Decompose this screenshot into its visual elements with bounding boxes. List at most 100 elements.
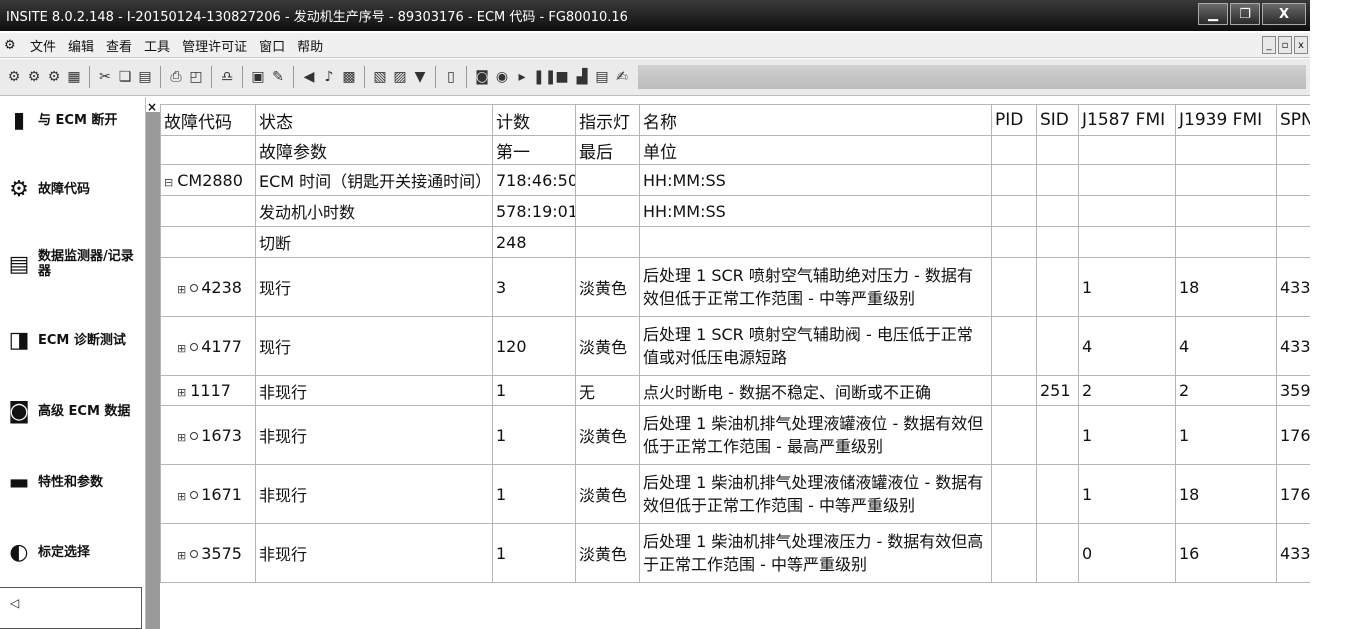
- find-icon[interactable]: ♎: [218, 67, 236, 87]
- lamp-cell: 淡黄色: [575, 316, 640, 376]
- column-header-name[interactable]: 名称: [639, 104, 992, 136]
- mdi-minimize-button[interactable]: _: [1262, 36, 1276, 54]
- mdi-controls: _ ▫ x: [1262, 36, 1308, 54]
- toolbar-separator: [364, 66, 365, 88]
- sidebar-bottom-item[interactable]: ◁: [0, 587, 142, 629]
- table-row[interactable]: ⊞ 4238 现行 3 淡黄色 后处理 1 SCR 喷射空气辅助绝对压力 - 数据…: [160, 257, 1310, 317]
- expand-icon[interactable]: ⊞: [177, 431, 186, 444]
- cut-icon[interactable]: ✂: [96, 67, 114, 87]
- menu-tools[interactable]: 工具: [138, 36, 176, 55]
- menu-edit[interactable]: 编辑: [62, 36, 100, 55]
- column-header-sid[interactable]: SID: [1036, 104, 1079, 136]
- sidebar-item-features[interactable]: ▬ 特性和参数: [0, 465, 142, 499]
- toolbar-fill: [638, 65, 1306, 89]
- record-icon[interactable]: ◉: [493, 67, 511, 87]
- code-cell: ⊞ 3575: [160, 523, 256, 583]
- page-icon[interactable]: ▯: [442, 67, 460, 87]
- menu-view[interactable]: 查看: [100, 36, 138, 55]
- table-row[interactable]: 切断 248: [160, 226, 1310, 258]
- sidebar-item-disconnect[interactable]: ▮ 与 ECM 断开: [0, 103, 142, 137]
- speaker-icon[interactable]: ◀: [300, 67, 318, 87]
- sidebar-item-calibration[interactable]: ◐ 标定选择: [0, 535, 142, 569]
- disconnect-icon: ▮: [12, 107, 26, 133]
- open-icon[interactable]: ▧: [371, 67, 389, 87]
- reconnect-icon[interactable]: ⚙: [45, 67, 63, 87]
- app-menu-icon[interactable]: ⚙: [4, 38, 18, 53]
- table-row[interactable]: ⊟ CM2880 ECM 时间（钥匙开关接通时间） 718:46:50 HH:MM…: [160, 164, 1310, 196]
- calibration-icon: ◐: [9, 539, 29, 565]
- count-cell: 248: [492, 226, 576, 258]
- table-row[interactable]: ⊞ 3575 非现行 1 淡黄色 后处理 1 柴油机排气处理液压力 - 数据有效但…: [160, 523, 1310, 583]
- table-row[interactable]: ⊞ 4177 现行 120 淡黄色 后处理 1 SCR 喷射空气辅助阀 - 电压低…: [160, 316, 1310, 376]
- report-icon[interactable]: ▤: [593, 67, 611, 87]
- sidebar-item-fault-codes[interactable]: ⚙ 故障代码: [0, 172, 142, 206]
- column-header-j1587-fmi[interactable]: J1587 FMI: [1078, 104, 1176, 136]
- print-preview-icon[interactable]: ◰: [187, 67, 205, 87]
- window-title: INSITE 8.0.2.148 - I-20150124-130827206 …: [6, 10, 628, 25]
- table-row[interactable]: 发动机小时数 578:19:01 HH:MM:SS: [160, 195, 1310, 227]
- sid-cell: [1036, 464, 1079, 524]
- settings-icon[interactable]: ♪: [320, 67, 338, 87]
- mdi-close-button[interactable]: x: [1294, 36, 1308, 54]
- camera-icon[interactable]: ◙: [473, 67, 491, 87]
- code-value: 4177: [201, 336, 242, 356]
- chart-icon[interactable]: ▟: [573, 67, 591, 87]
- pid-cell: [991, 316, 1037, 376]
- expand-icon[interactable]: ⊞: [177, 490, 186, 503]
- menu-help[interactable]: 帮助: [291, 36, 329, 55]
- spn-cell: [1276, 226, 1310, 258]
- sidebar-item-data-monitor[interactable]: ▤ 数据监测器/记录器: [0, 247, 142, 281]
- code-cell: ⊞ 1673: [160, 405, 256, 465]
- menu-file[interactable]: 文件: [24, 36, 62, 55]
- subheader-cell: [1175, 135, 1277, 165]
- menu-license[interactable]: 管理许可证: [176, 36, 253, 55]
- pause-icon[interactable]: ❚❚: [533, 67, 556, 87]
- connect-icon[interactable]: ⚙: [5, 67, 23, 87]
- column-header-j1939-fmi[interactable]: J1939 FMI: [1175, 104, 1277, 136]
- features-icon: ▬: [8, 469, 30, 495]
- pane-splitter[interactable]: [146, 112, 160, 629]
- column-header-pid[interactable]: PID: [991, 104, 1037, 136]
- table-row[interactable]: ⊞ 1671 非现行 1 淡黄色 后处理 1 柴油机排气处理液储液罐液位 - 数据…: [160, 464, 1310, 524]
- minimize-button[interactable]: ▁: [1198, 3, 1228, 25]
- menu-window[interactable]: 窗口: [253, 36, 291, 55]
- print-icon[interactable]: ⎙: [167, 67, 185, 87]
- column-header-count[interactable]: 计数: [492, 104, 576, 136]
- edit-icon[interactable]: ✍: [613, 67, 631, 87]
- tools-icon[interactable]: ✎: [269, 67, 287, 87]
- sidebar-item-ecm-diagnostic[interactable]: ◨ ECM 诊断测试: [0, 323, 142, 357]
- table-row[interactable]: ⊞ 1673 非现行 1 淡黄色 后处理 1 柴油机排气处理液罐液位 - 数据有效…: [160, 405, 1310, 465]
- name-cell: 后处理 1 柴油机排气处理液压力 - 数据有效但高于正常工作范围 - 中等严重级…: [639, 523, 992, 583]
- export-icon[interactable]: ▣: [249, 67, 267, 87]
- column-header-spn[interactable]: SPN: [1276, 104, 1310, 136]
- toolbar: ⚙ ⚙ ⚙ ▦ ✂ ❏ ▤ ⎙ ◰ ♎ ▣ ✎ ◀ ♪ ▩ ▧ ▨ ▼ ▯ ◙ …: [0, 59, 1310, 96]
- disconnect-icon[interactable]: ⚙: [25, 67, 43, 87]
- stop-icon[interactable]: ■: [553, 67, 571, 87]
- lamp-cell: 淡黄色: [575, 405, 640, 465]
- paste-icon[interactable]: ▤: [136, 67, 154, 87]
- play-icon[interactable]: ▸: [513, 67, 531, 87]
- restore-button[interactable]: ❐: [1230, 3, 1260, 25]
- column-header-code[interactable]: 故障代码: [160, 104, 256, 136]
- save-icon[interactable]: ▩: [340, 67, 358, 87]
- filter-icon[interactable]: ▼: [411, 67, 429, 87]
- pid-cell: [991, 405, 1037, 465]
- column-header-lamp[interactable]: 指示灯: [575, 104, 640, 136]
- lamp-cell: 无: [575, 375, 640, 406]
- close-button[interactable]: X: [1262, 3, 1306, 25]
- sid-cell: [1036, 164, 1079, 196]
- table-row[interactable]: ⊞ 1117 非现行 1 无 点火时断电 - 数据不稳定、间断或不正确 251 2…: [160, 375, 1310, 406]
- expand-icon[interactable]: ⊞: [177, 549, 186, 562]
- mdi-restore-button[interactable]: ▫: [1278, 36, 1292, 54]
- lamp-cell: 淡黄色: [575, 464, 640, 524]
- column-header-status[interactable]: 状态: [255, 104, 493, 136]
- sidebar-item-advanced-ecm-data[interactable]: ◙ 高级 ECM 数据: [0, 394, 142, 428]
- collapse-icon[interactable]: ⊟: [164, 176, 173, 189]
- expand-icon[interactable]: ⊞: [177, 342, 186, 355]
- status-cell: 切断: [255, 226, 493, 258]
- expand-icon[interactable]: ⊞: [177, 283, 186, 296]
- copy-icon[interactable]: ❏: [116, 67, 134, 87]
- document-icon[interactable]: ▨: [391, 67, 409, 87]
- properties-icon[interactable]: ▦: [65, 67, 83, 87]
- expand-icon[interactable]: ⊞: [177, 386, 186, 399]
